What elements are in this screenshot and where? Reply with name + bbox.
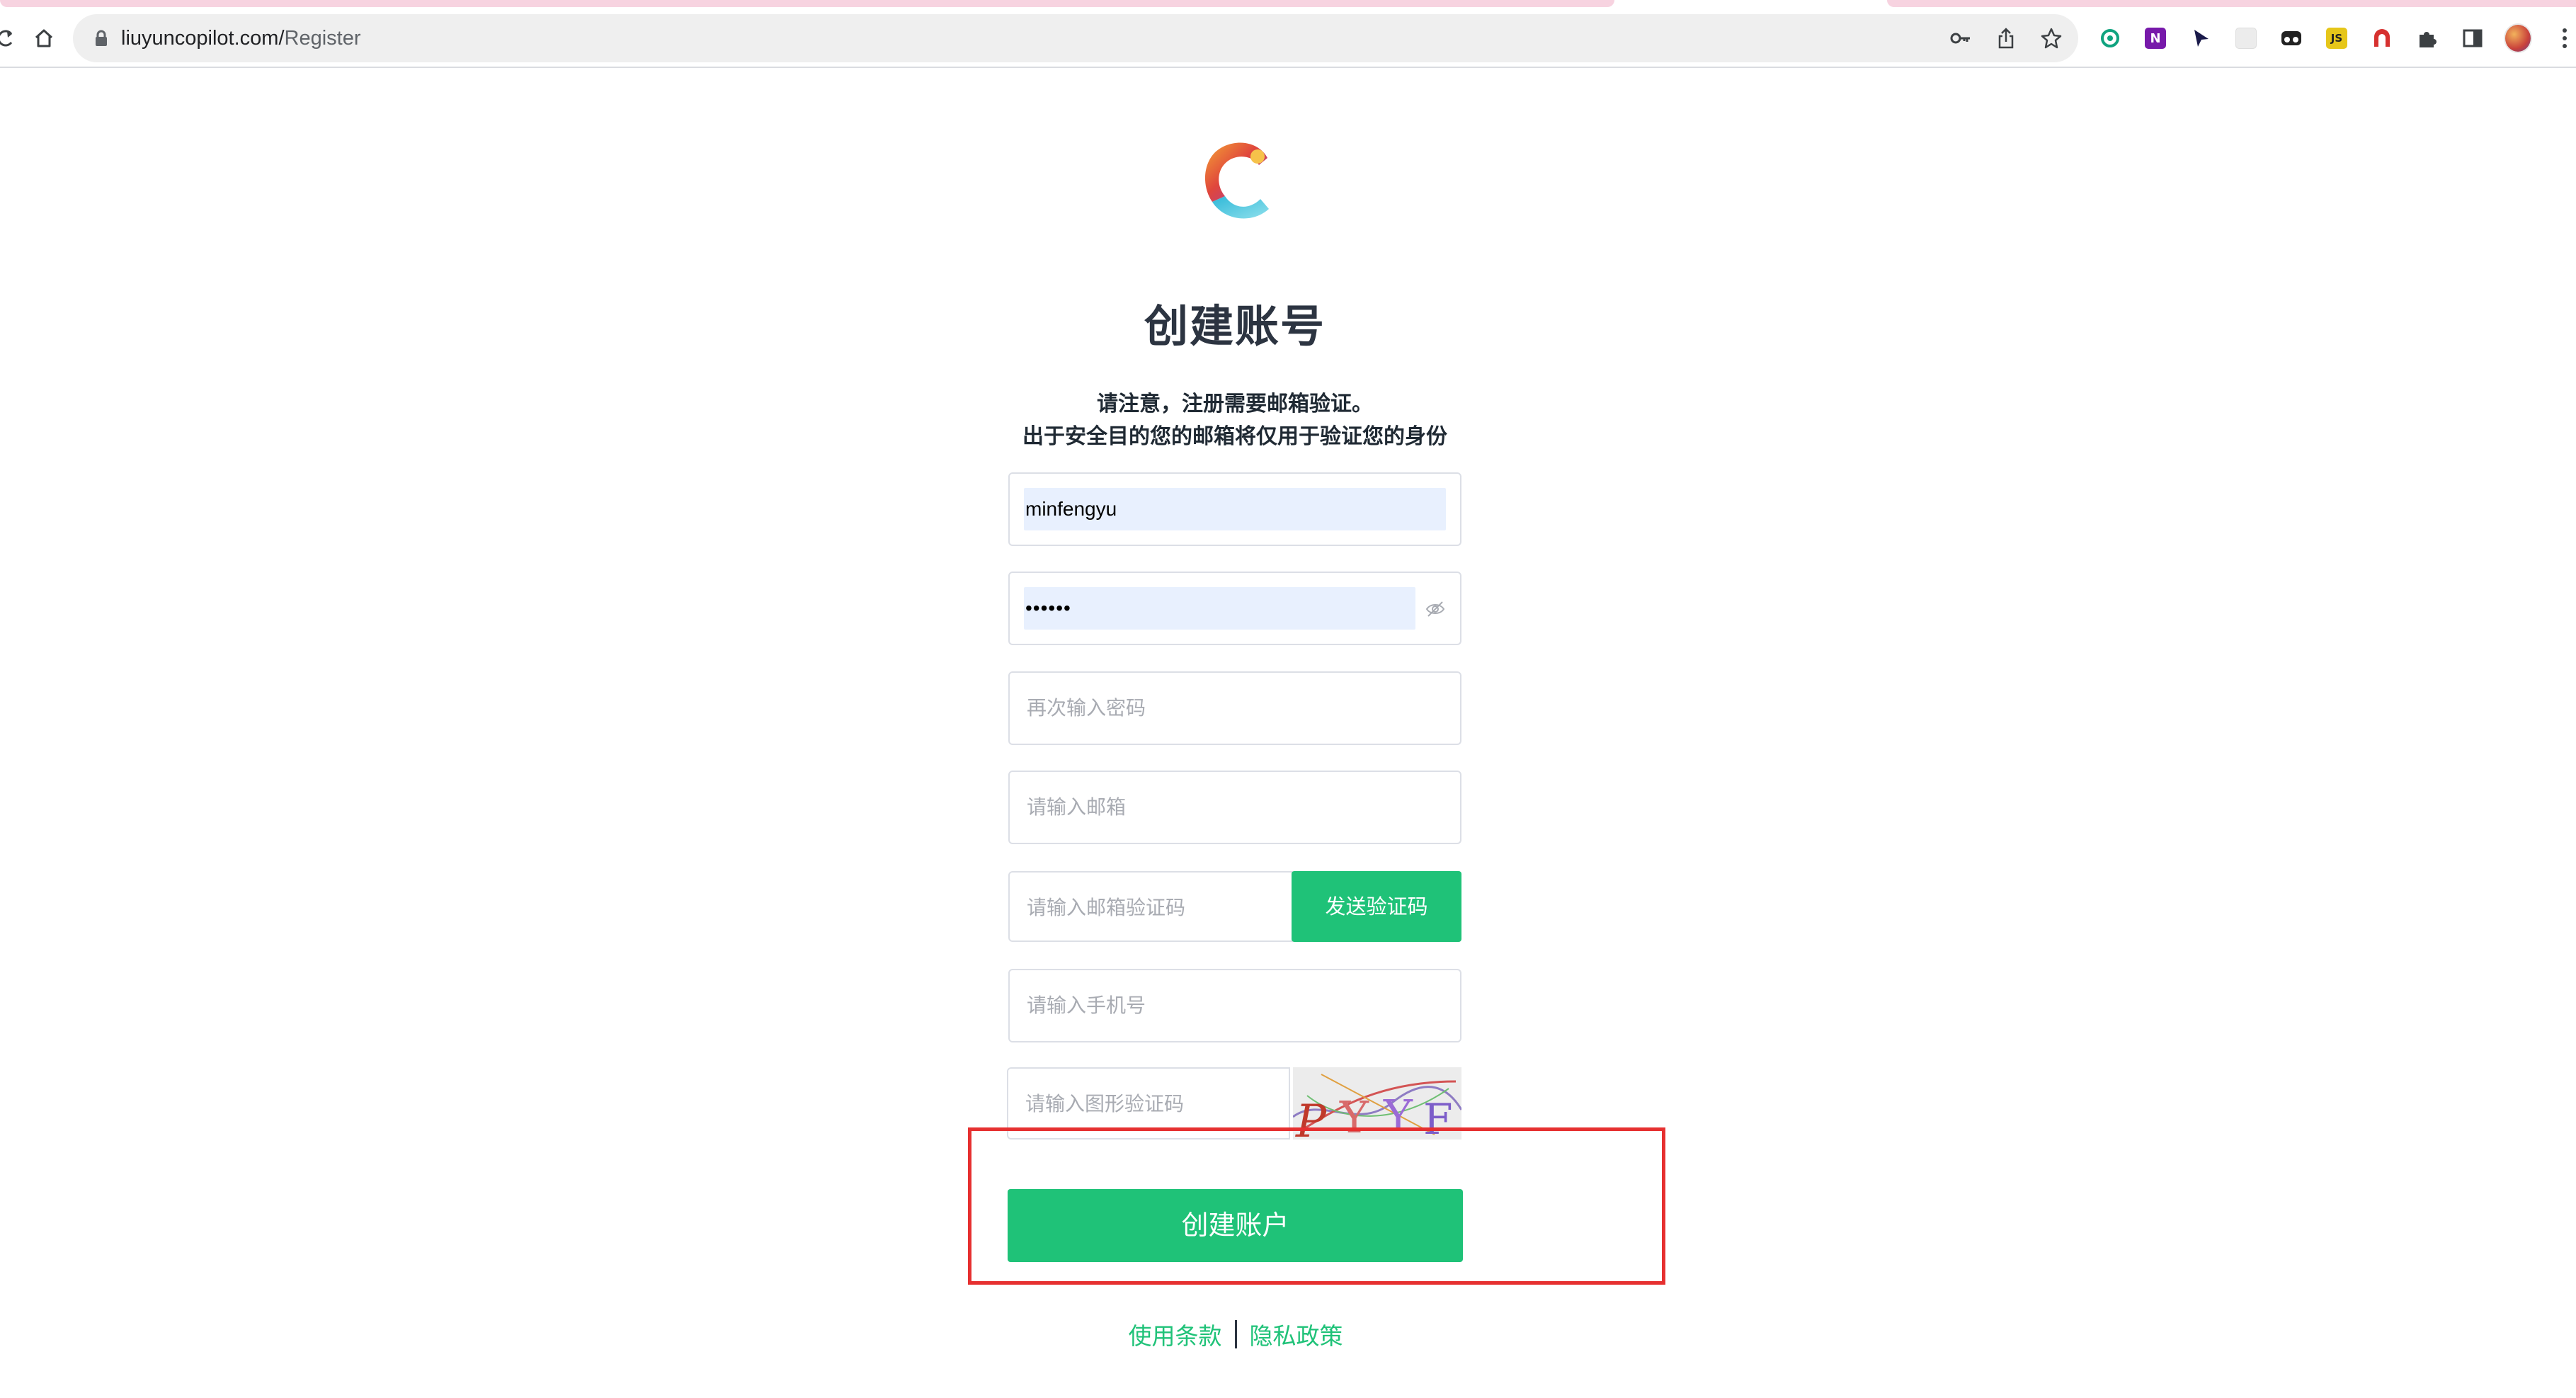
username-field[interactable]: minfengyu <box>1008 472 1461 546</box>
blank-ext-icon[interactable] <box>2232 24 2260 52</box>
onenote-ext-icon[interactable]: N <box>2141 24 2170 52</box>
phone-placeholder: 请输入手机号 <box>1027 994 1146 1017</box>
address-bar[interactable]: liuyuncopilot.com/Register <box>73 14 2078 62</box>
email-code-placeholder: 请输入邮箱验证码 <box>1027 896 1186 919</box>
lock-icon[interactable] <box>94 30 108 50</box>
tab-active[interactable] <box>0 0 1614 7</box>
send-code-button[interactable]: 发送验证码 <box>1292 871 1461 942</box>
email-code-field[interactable]: 请输入邮箱验证码 <box>1008 871 1293 942</box>
app-logo <box>1190 131 1282 230</box>
notice-line-2: 出于安全目的您的邮箱将仅用于验证您的身份 <box>1022 424 1447 449</box>
js-ext-icon[interactable]: JS <box>2323 24 2351 52</box>
create-account-button[interactable]: 创建账户 <box>1008 1189 1463 1262</box>
email-field[interactable]: 请输入邮箱 <box>1008 771 1461 844</box>
eye-hidden-icon[interactable] <box>1425 598 1446 620</box>
tab-inactive[interactable] <box>1887 0 2576 7</box>
verification-notice: 请注意，注册需要邮箱验证。 出于安全目的您的邮箱将仅用于验证您的身份 <box>977 388 1493 453</box>
more-menu-icon[interactable] <box>2558 24 2572 52</box>
email-placeholder: 请输入邮箱 <box>1027 795 1127 819</box>
home-icon[interactable] <box>30 24 58 52</box>
red-ext-icon[interactable] <box>2368 24 2396 52</box>
reload-icon[interactable] <box>0 24 13 52</box>
browser-toolbar: liuyuncopilot.com/Register N JS <box>0 8 2576 68</box>
username-value[interactable]: minfengyu <box>1024 488 1446 530</box>
page-title: 创建账号 <box>1144 300 1326 352</box>
terms-link[interactable]: 使用条款 <box>1129 1317 1222 1351</box>
url-text[interactable]: liuyuncopilot.com/Register <box>121 24 361 52</box>
confirm-password-field[interactable]: 再次输入密码 <box>1008 671 1461 745</box>
notice-line-1: 请注意，注册需要邮箱验证。 <box>1097 392 1373 416</box>
cursor-ext-icon[interactable] <box>2187 24 2215 52</box>
confirm-password-placeholder: 再次输入密码 <box>1027 696 1146 720</box>
openai-ext-icon[interactable] <box>2096 24 2124 52</box>
privacy-link[interactable]: 隐私政策 <box>1250 1317 1343 1351</box>
password-value[interactable]: •••••• <box>1024 587 1415 630</box>
footer-links: 使用条款 隐私政策 <box>1105 1314 1367 1354</box>
mask-ext-icon[interactable] <box>2277 24 2306 52</box>
phone-field[interactable]: 请输入手机号 <box>1008 969 1461 1042</box>
puzzle-ext-icon[interactable] <box>2413 24 2441 52</box>
key-icon[interactable] <box>1948 25 1973 51</box>
link-divider <box>1234 1320 1237 1348</box>
password-field[interactable]: •••••• <box>1008 572 1461 645</box>
star-icon[interactable] <box>2039 25 2064 51</box>
avatar[interactable] <box>2504 23 2532 53</box>
sidepanel-ext-icon[interactable] <box>2458 24 2487 52</box>
share-icon[interactable] <box>1993 25 2019 51</box>
